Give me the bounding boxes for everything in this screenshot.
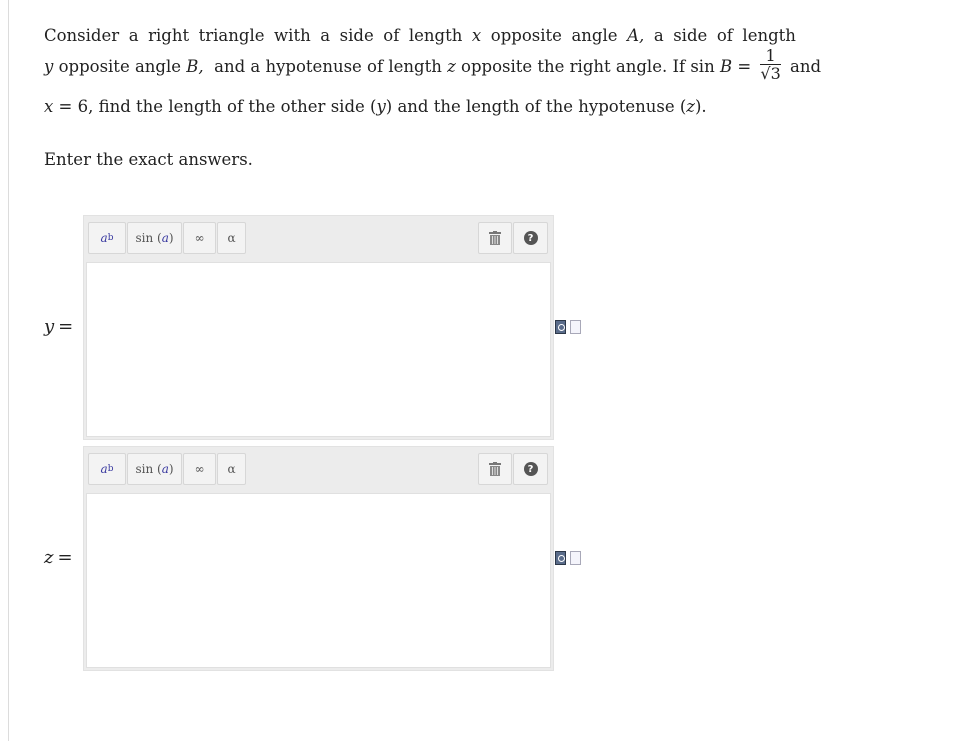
word: with — [274, 26, 311, 45]
math-var-B: B — [719, 57, 733, 76]
word: a — [128, 26, 139, 45]
math-editor-z: ab sin (a) ∞ α ? — [83, 446, 554, 671]
file-icon[interactable] — [570, 320, 581, 334]
problem-line-3: x = 6, find the length of the other side… — [44, 93, 796, 121]
text: ) and the length of the hypotenuse ( — [385, 97, 687, 116]
preview-icon[interactable] — [555, 320, 566, 334]
help-icon[interactable]: ? — [513, 453, 548, 485]
infinity-button[interactable]: ∞ — [183, 453, 216, 485]
greek-button[interactable]: α — [217, 453, 246, 485]
text: opposite the right angle. If sin — [455, 57, 720, 76]
infinity-button[interactable]: ∞ — [183, 222, 216, 254]
word: a — [320, 26, 331, 45]
file-icon[interactable] — [570, 551, 581, 565]
problem-line-2: y opposite angle B, and a hypotenuse of … — [44, 48, 821, 85]
math-var-y: y — [44, 57, 54, 76]
power-button[interactable]: ab — [88, 453, 126, 485]
text: = — [732, 57, 757, 76]
left-border — [8, 0, 9, 741]
text: ). — [695, 97, 707, 116]
math-var-B: B, — [186, 57, 204, 76]
answer-tools-y — [555, 320, 581, 334]
answer-label-z: z = — [44, 547, 73, 568]
word: of — [716, 26, 733, 45]
fraction-denominator: √3 — [760, 64, 781, 83]
text: and a hypotenuse of length — [203, 57, 448, 76]
math-var-x: x — [471, 26, 482, 45]
word: opposite — [490, 26, 562, 45]
power-button[interactable]: ab — [88, 222, 126, 254]
text: opposite angle — [53, 57, 187, 76]
answer-var: y — [44, 316, 55, 337]
answer-var: z — [44, 547, 54, 568]
trash-icon[interactable] — [478, 453, 512, 485]
editor-toolbar: ab sin (a) ∞ α ? — [84, 216, 553, 262]
greek-button[interactable]: α — [217, 222, 246, 254]
preview-icon[interactable] — [555, 551, 566, 565]
answer-tools-z — [555, 551, 581, 565]
word: angle — [571, 26, 618, 45]
editor-toolbar: ab sin (a) ∞ α ? — [84, 447, 553, 493]
math-var-A: A, — [627, 26, 645, 45]
word: length — [408, 26, 463, 45]
equals-sign: = — [58, 316, 74, 337]
help-icon[interactable]: ? — [513, 222, 548, 254]
fraction-numerator: 1 — [760, 48, 781, 65]
word: of — [383, 26, 400, 45]
answer-label-y: y = — [44, 316, 73, 337]
word: Consider — [44, 26, 120, 45]
math-editor-y: ab sin (a) ∞ α ? — [83, 215, 554, 440]
text: = 6, find the length of the other side ( — [53, 97, 377, 116]
fraction: 1 √3 — [760, 48, 781, 83]
function-button[interactable]: sin (a) — [127, 222, 182, 254]
math-var-x: x — [44, 97, 54, 116]
word: right — [148, 26, 190, 45]
trash-icon[interactable] — [478, 222, 512, 254]
function-button[interactable]: sin (a) — [127, 453, 182, 485]
answer-input-z[interactable] — [86, 493, 551, 668]
word: side — [339, 26, 374, 45]
instructions: Enter the exact answers. — [44, 150, 253, 169]
problem-line-1: Consider a right triangle with a side of… — [44, 22, 796, 50]
equals-sign: = — [57, 547, 73, 568]
math-var-y: y — [376, 97, 386, 116]
word: triangle — [198, 26, 265, 45]
word: side — [673, 26, 708, 45]
problem-statement: Consider a right triangle with a side of… — [44, 22, 821, 121]
answer-input-y[interactable] — [86, 262, 551, 437]
math-var-z: z — [686, 97, 695, 116]
math-var-z: z — [447, 57, 456, 76]
text: and — [784, 57, 822, 76]
word: a — [653, 26, 664, 45]
